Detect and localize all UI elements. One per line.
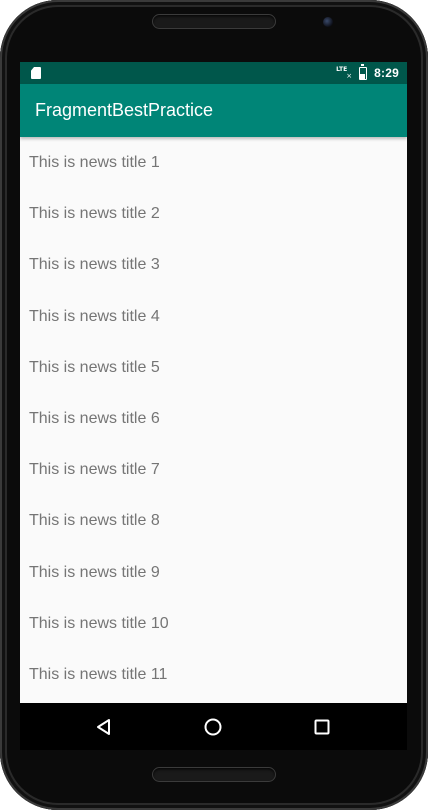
- news-title-item[interactable]: This is news title 11: [20, 649, 407, 700]
- news-title-item[interactable]: This is news title 8: [20, 495, 407, 546]
- app-title: FragmentBestPractice: [35, 100, 214, 120]
- app-bar: FragmentBestPractice: [20, 84, 407, 137]
- status-time: 8:29: [374, 66, 399, 80]
- recents-icon[interactable]: [312, 717, 332, 737]
- battery-icon: [359, 63, 368, 80]
- status-bar: LTE × 8:29: [20, 62, 407, 84]
- news-title-item[interactable]: This is news title 6: [20, 393, 407, 444]
- news-title-item[interactable]: This is news title 2: [20, 188, 407, 239]
- news-title-item[interactable]: This is news title 10: [20, 598, 407, 649]
- news-title-item[interactable]: This is news title 4: [20, 291, 407, 342]
- screen: LTE × 8:29 FragmentBestPractice This is …: [20, 62, 407, 750]
- sim-card-icon: [31, 67, 41, 79]
- news-title-item[interactable]: This is news title 7: [20, 444, 407, 495]
- news-title-list[interactable]: This is news title 1 This is news title …: [20, 137, 407, 700]
- phone-frame: LTE × 8:29 FragmentBestPractice This is …: [0, 0, 428, 810]
- lte-signal-icon: LTE ×: [336, 66, 352, 80]
- bottom-speaker: [152, 767, 276, 782]
- navigation-bar: [20, 703, 407, 750]
- no-signal-x: ×: [346, 72, 353, 80]
- back-icon[interactable]: [94, 717, 114, 737]
- news-title-item[interactable]: This is news title 1: [20, 137, 407, 188]
- home-icon[interactable]: [203, 717, 223, 737]
- status-indicators: LTE × 8:29: [336, 62, 399, 84]
- top-speaker: [152, 14, 276, 29]
- news-title-item[interactable]: This is news title 3: [20, 239, 407, 290]
- news-title-item[interactable]: This is news title 5: [20, 342, 407, 393]
- news-title-item[interactable]: This is news title 9: [20, 547, 407, 598]
- front-camera: [323, 17, 333, 27]
